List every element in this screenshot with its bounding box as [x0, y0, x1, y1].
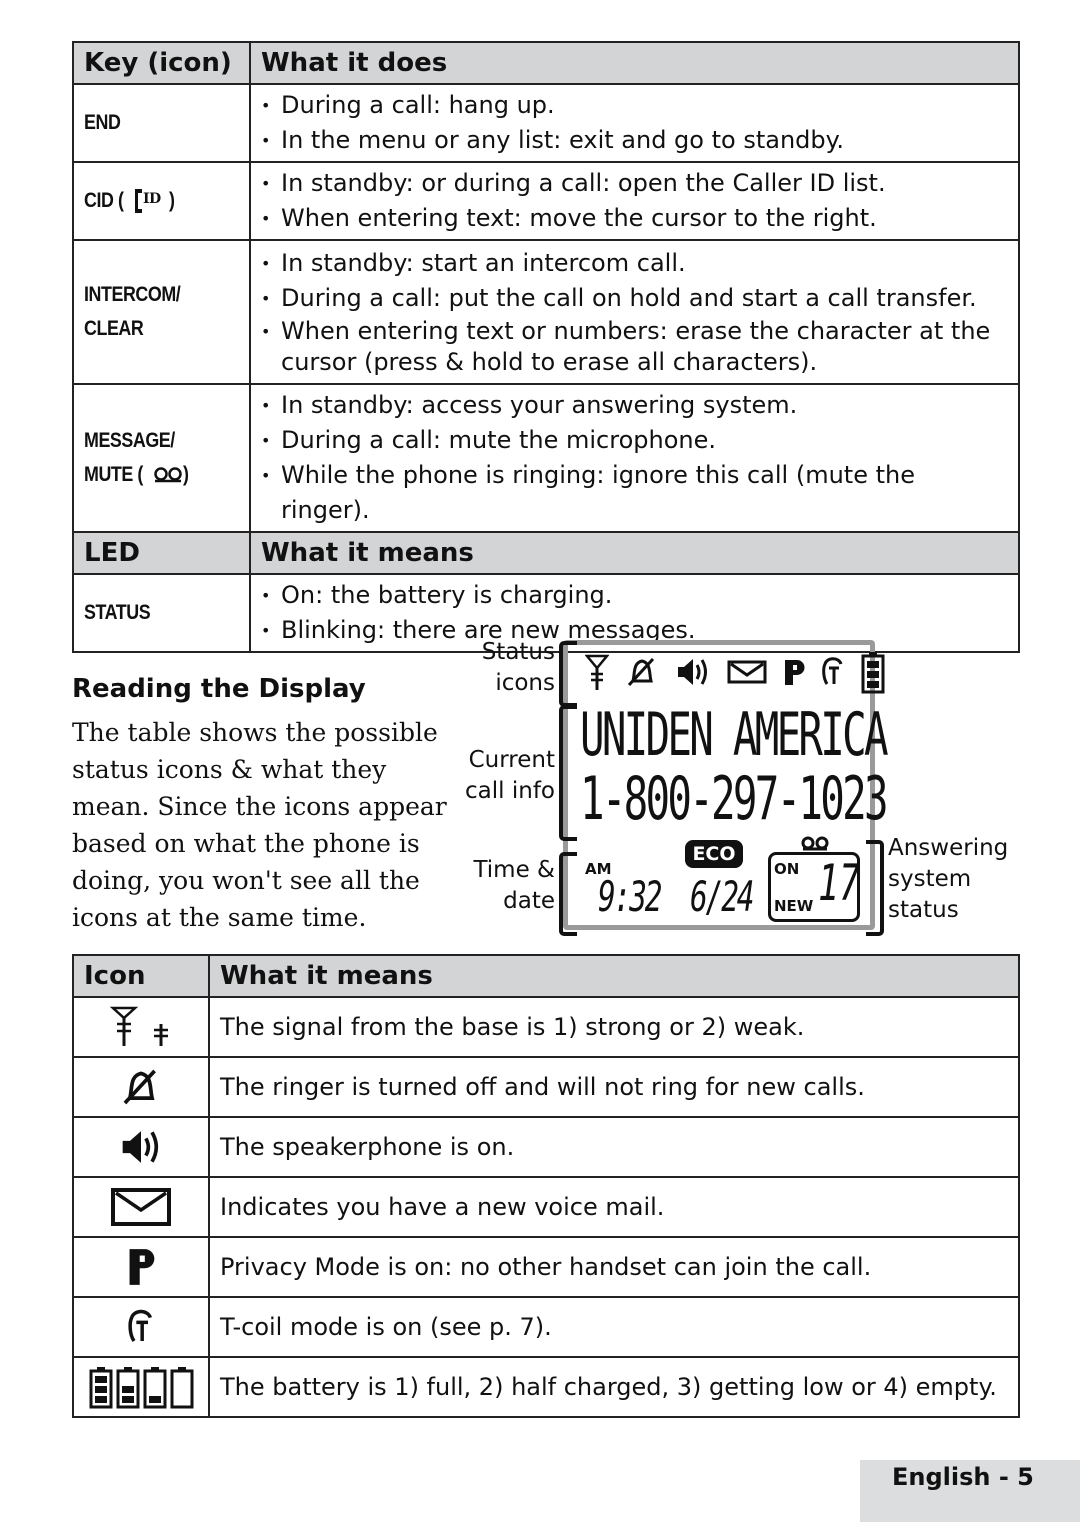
battery-icon	[72, 1356, 210, 1418]
table-row: Indicates you have a new voice mail.	[72, 1176, 1020, 1238]
lcd-caller-name: UNIDEN AMERICA	[580, 700, 889, 770]
section-title: Reading the Display	[72, 674, 366, 704]
table-row: Privacy Mode is on: no other handset can…	[72, 1236, 1020, 1298]
answering-new: NEW	[774, 897, 814, 915]
bracket-time-date	[559, 852, 577, 936]
icon-meaning: The battery is 1) full, 2) half charged,…	[208, 1356, 1020, 1418]
key-cid: CID ( ID )	[72, 161, 251, 241]
lcd-caller-number: 1-800-297-1023	[580, 764, 889, 834]
icon-meaning: The ringer is turned off and will not ri…	[208, 1056, 1020, 1118]
bullet: While the phone is ringing: ignore this …	[281, 461, 915, 524]
key-functions-table: Key (icon) What it does END • During a ca…	[72, 41, 1020, 653]
bullet: In the menu or any list: exit and go to …	[281, 126, 845, 154]
lcd-status-icons	[585, 650, 885, 694]
bullet: During a call: hang up.	[281, 91, 555, 119]
icon-meaning: Indicates you have a new voice mail.	[208, 1176, 1020, 1238]
bullet: In standby: access your answering system…	[281, 391, 798, 419]
table-row: The battery is 1) full, 2) half charged,…	[72, 1356, 1020, 1418]
battery-half-icon	[116, 1367, 140, 1409]
header-what-it-means: What it means	[208, 954, 1020, 998]
svg-text:ID: ID	[143, 191, 161, 207]
header-key: Key (icon)	[72, 41, 251, 85]
header-what-it-means: What it means	[249, 531, 1020, 575]
table-row: T-coil mode is on (see p. 7).	[72, 1296, 1020, 1358]
key-end: END	[72, 83, 251, 163]
page-footer: English - 5	[860, 1460, 1080, 1522]
key-description: • During a call: hang up. • In the menu or…	[249, 83, 1020, 163]
status-icons-table: Icon What it means The signal from the b…	[72, 954, 1020, 1418]
icon-meaning: T-coil mode is on (see p. 7).	[208, 1296, 1020, 1358]
privacy-icon	[72, 1236, 210, 1298]
bracket-answering	[866, 840, 884, 936]
table-row: END • During a call: hang up. • In the men…	[72, 83, 1020, 163]
led-status: STATUS	[72, 573, 251, 653]
key-description: • In standby: start an intercom call. • Du…	[249, 239, 1020, 385]
table-row: The ringer is turned off and will not ri…	[72, 1056, 1020, 1118]
label-time-date: Time & date	[473, 857, 555, 914]
key-description: • In standby: access your answering syste…	[249, 383, 1020, 533]
bullet: On: the battery is charging.	[281, 581, 613, 609]
table-header-row: Key (icon) What it does	[72, 41, 1020, 85]
icon-meaning: The speakerphone is on.	[208, 1116, 1020, 1178]
bracket-status	[559, 641, 577, 707]
bullet: When entering text or numbers: erase the…	[281, 317, 991, 376]
privacy-icon	[783, 657, 805, 687]
ringer-off-icon	[72, 1056, 210, 1118]
section-body: The table shows the possible status icon…	[72, 718, 447, 932]
battery-low-icon	[143, 1367, 167, 1409]
bullet: During a call: mute the microphone.	[281, 426, 716, 454]
label-status-icons: Status icons	[481, 639, 555, 696]
eco-badge: ECO	[685, 840, 743, 868]
icon-meaning: Privacy Mode is on: no other handset can…	[208, 1236, 1020, 1298]
label-answering-status: Answering system status	[888, 835, 1009, 923]
led-header-row: LED What it means	[72, 531, 1020, 575]
speaker-icon	[72, 1116, 210, 1178]
header-icon: Icon	[72, 954, 210, 998]
answering-on: ON	[774, 860, 800, 878]
lcd-time: 9:32	[598, 872, 663, 921]
signal-strong-icon	[585, 652, 609, 692]
table-row: CID ( ID ) • In standby: or during a call…	[72, 161, 1020, 241]
mail-icon	[72, 1176, 210, 1238]
lcd-date: 6/24	[690, 872, 755, 921]
table-header-row: Icon What it means	[72, 954, 1020, 998]
table-row: INTERCOM/ CLEAR • In standby: start an in…	[72, 239, 1020, 385]
key-description: • In standby: or during a call: open the …	[249, 161, 1020, 241]
key-intercom-clear: INTERCOM/ CLEAR	[72, 239, 251, 385]
battery-empty-icon	[170, 1367, 194, 1409]
bullet: In standby: or during a call: open the C…	[281, 169, 886, 197]
voicemail-tape-icon	[153, 466, 183, 484]
icon-meaning: The signal from the base is 1) strong or…	[208, 996, 1020, 1058]
page-number: English - 5	[892, 1463, 1034, 1491]
voicemail-tape-icon	[800, 836, 830, 852]
bullet: In standby: start an intercom call.	[281, 249, 686, 277]
ringer-off-icon	[625, 655, 659, 689]
bracket-call-info	[559, 705, 577, 841]
tcoil-icon	[72, 1296, 210, 1358]
table-row: The signal from the base is 1) strong or…	[72, 996, 1020, 1058]
header-led: LED	[72, 531, 251, 575]
label-current-call-info: Current call info	[465, 747, 555, 804]
battery-full-icon	[89, 1367, 113, 1409]
table-row: MESSAGE/ MUTE ( ) • In standby: access yo…	[72, 383, 1020, 533]
table-row: The speakerphone is on.	[72, 1116, 1020, 1178]
message-count: 17	[818, 854, 861, 912]
bullet: When entering text: move the cursor to t…	[281, 204, 877, 232]
caller-id-icon: ID	[132, 186, 168, 216]
tcoil-icon	[821, 654, 845, 690]
speaker-icon	[675, 655, 711, 689]
bullet: During a call: put the call on hold and …	[281, 284, 977, 312]
signal-icon	[72, 996, 210, 1058]
mail-icon	[727, 660, 767, 684]
header-what-it-does: What it does	[249, 41, 1020, 85]
battery-full-icon	[861, 650, 885, 694]
key-message-mute: MESSAGE/ MUTE ( )	[72, 383, 251, 533]
